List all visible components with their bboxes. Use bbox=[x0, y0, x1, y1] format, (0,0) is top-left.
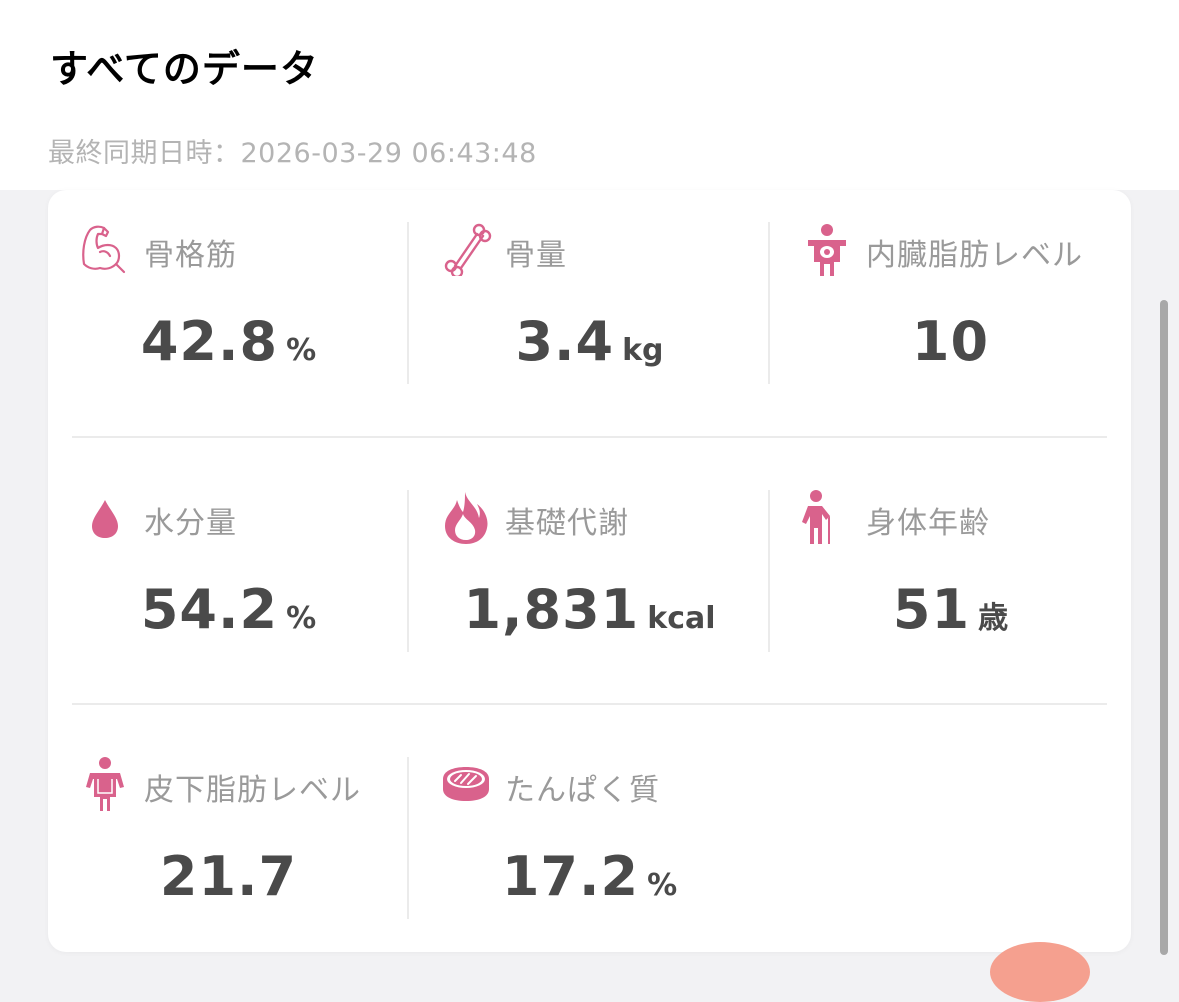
water-drop-icon bbox=[78, 490, 132, 544]
metric-value-row: 3.4 kg bbox=[409, 310, 770, 373]
subcutaneous-fat-icon bbox=[78, 757, 132, 811]
metrics-card: 骨格筋 42.8% 骨量 3.4 kg 内臓脂肪レベル 10 水分量 54.2 … bbox=[48, 190, 1131, 952]
page-title: すべてのデータ bbox=[50, 47, 319, 91]
row-divider bbox=[72, 703, 1107, 705]
metric-unit: kcal bbox=[647, 601, 716, 636]
metric-label: 水分量 bbox=[144, 506, 237, 541]
metric-value-row: 54.2% bbox=[48, 578, 409, 641]
metric-unit: kg bbox=[622, 333, 664, 368]
metric-value: 17.2 bbox=[501, 845, 640, 908]
metric-unit: 歳 bbox=[978, 601, 1009, 636]
elderly-person-icon bbox=[800, 490, 854, 544]
metric-value-row: 10 bbox=[770, 310, 1131, 373]
metric-value: 21.7 bbox=[159, 845, 298, 908]
muscle-icon bbox=[78, 222, 132, 276]
metric-label: 身体年齢 bbox=[866, 506, 990, 541]
visceral-fat-icon bbox=[800, 222, 854, 276]
metric-value-row: 17.2% bbox=[409, 845, 770, 908]
metric-value: 1,831 bbox=[463, 578, 640, 641]
metric-basal-metabolism[interactable]: 基礎代謝 1,831 kcal bbox=[409, 458, 770, 708]
metric-label: 内臓脂肪レベル bbox=[866, 238, 1083, 273]
metric-label: 基礎代謝 bbox=[505, 506, 629, 541]
last-sync-info: 最終同期日時：2026-03-29 06:43:48 bbox=[48, 131, 537, 170]
metric-label: 骨格筋 bbox=[144, 238, 237, 273]
metric-skeletal-muscle[interactable]: 骨格筋 42.8% bbox=[48, 190, 409, 440]
metric-protein[interactable]: たんぱく質 17.2% bbox=[409, 725, 770, 975]
last-sync-label: 最終同期日時： bbox=[48, 138, 241, 169]
bone-icon bbox=[439, 222, 493, 276]
metric-value: 10 bbox=[911, 310, 990, 373]
metric-value-row: 51 歳 bbox=[770, 578, 1131, 641]
metric-bone-mass[interactable]: 骨量 3.4 kg bbox=[409, 190, 770, 440]
metric-value: 54.2 bbox=[140, 578, 279, 641]
metric-value: 42.8 bbox=[140, 310, 279, 373]
metric-body-water[interactable]: 水分量 54.2% bbox=[48, 458, 409, 708]
last-sync-timestamp: 2026-03-29 06:43:48 bbox=[240, 138, 537, 169]
scrollbar[interactable] bbox=[1160, 300, 1168, 955]
metric-unit: % bbox=[286, 601, 317, 636]
floating-action-button[interactable] bbox=[990, 942, 1090, 1002]
flame-icon bbox=[439, 490, 493, 544]
row-divider bbox=[72, 436, 1107, 438]
metric-value-row: 42.8% bbox=[48, 310, 409, 373]
metric-value-row: 1,831 kcal bbox=[409, 578, 770, 641]
metric-value: 51 bbox=[892, 578, 971, 641]
meat-icon bbox=[439, 757, 493, 811]
metric-label: たんぱく質 bbox=[505, 773, 660, 808]
metric-value: 3.4 bbox=[515, 310, 615, 373]
metric-unit: % bbox=[647, 868, 678, 903]
metric-subcutaneous-fat[interactable]: 皮下脂肪レベル 21.7 bbox=[48, 725, 409, 975]
metric-value-row: 21.7 bbox=[48, 845, 409, 908]
header-area: すべてのデータ 最終同期日時：2026-03-29 06:43:48 bbox=[0, 0, 1179, 190]
metric-label: 骨量 bbox=[505, 238, 567, 273]
metric-label: 皮下脂肪レベル bbox=[144, 773, 361, 808]
metric-unit: % bbox=[286, 333, 317, 368]
metric-visceral-fat[interactable]: 内臓脂肪レベル 10 bbox=[770, 190, 1131, 440]
metric-body-age[interactable]: 身体年齢 51 歳 bbox=[770, 458, 1131, 708]
